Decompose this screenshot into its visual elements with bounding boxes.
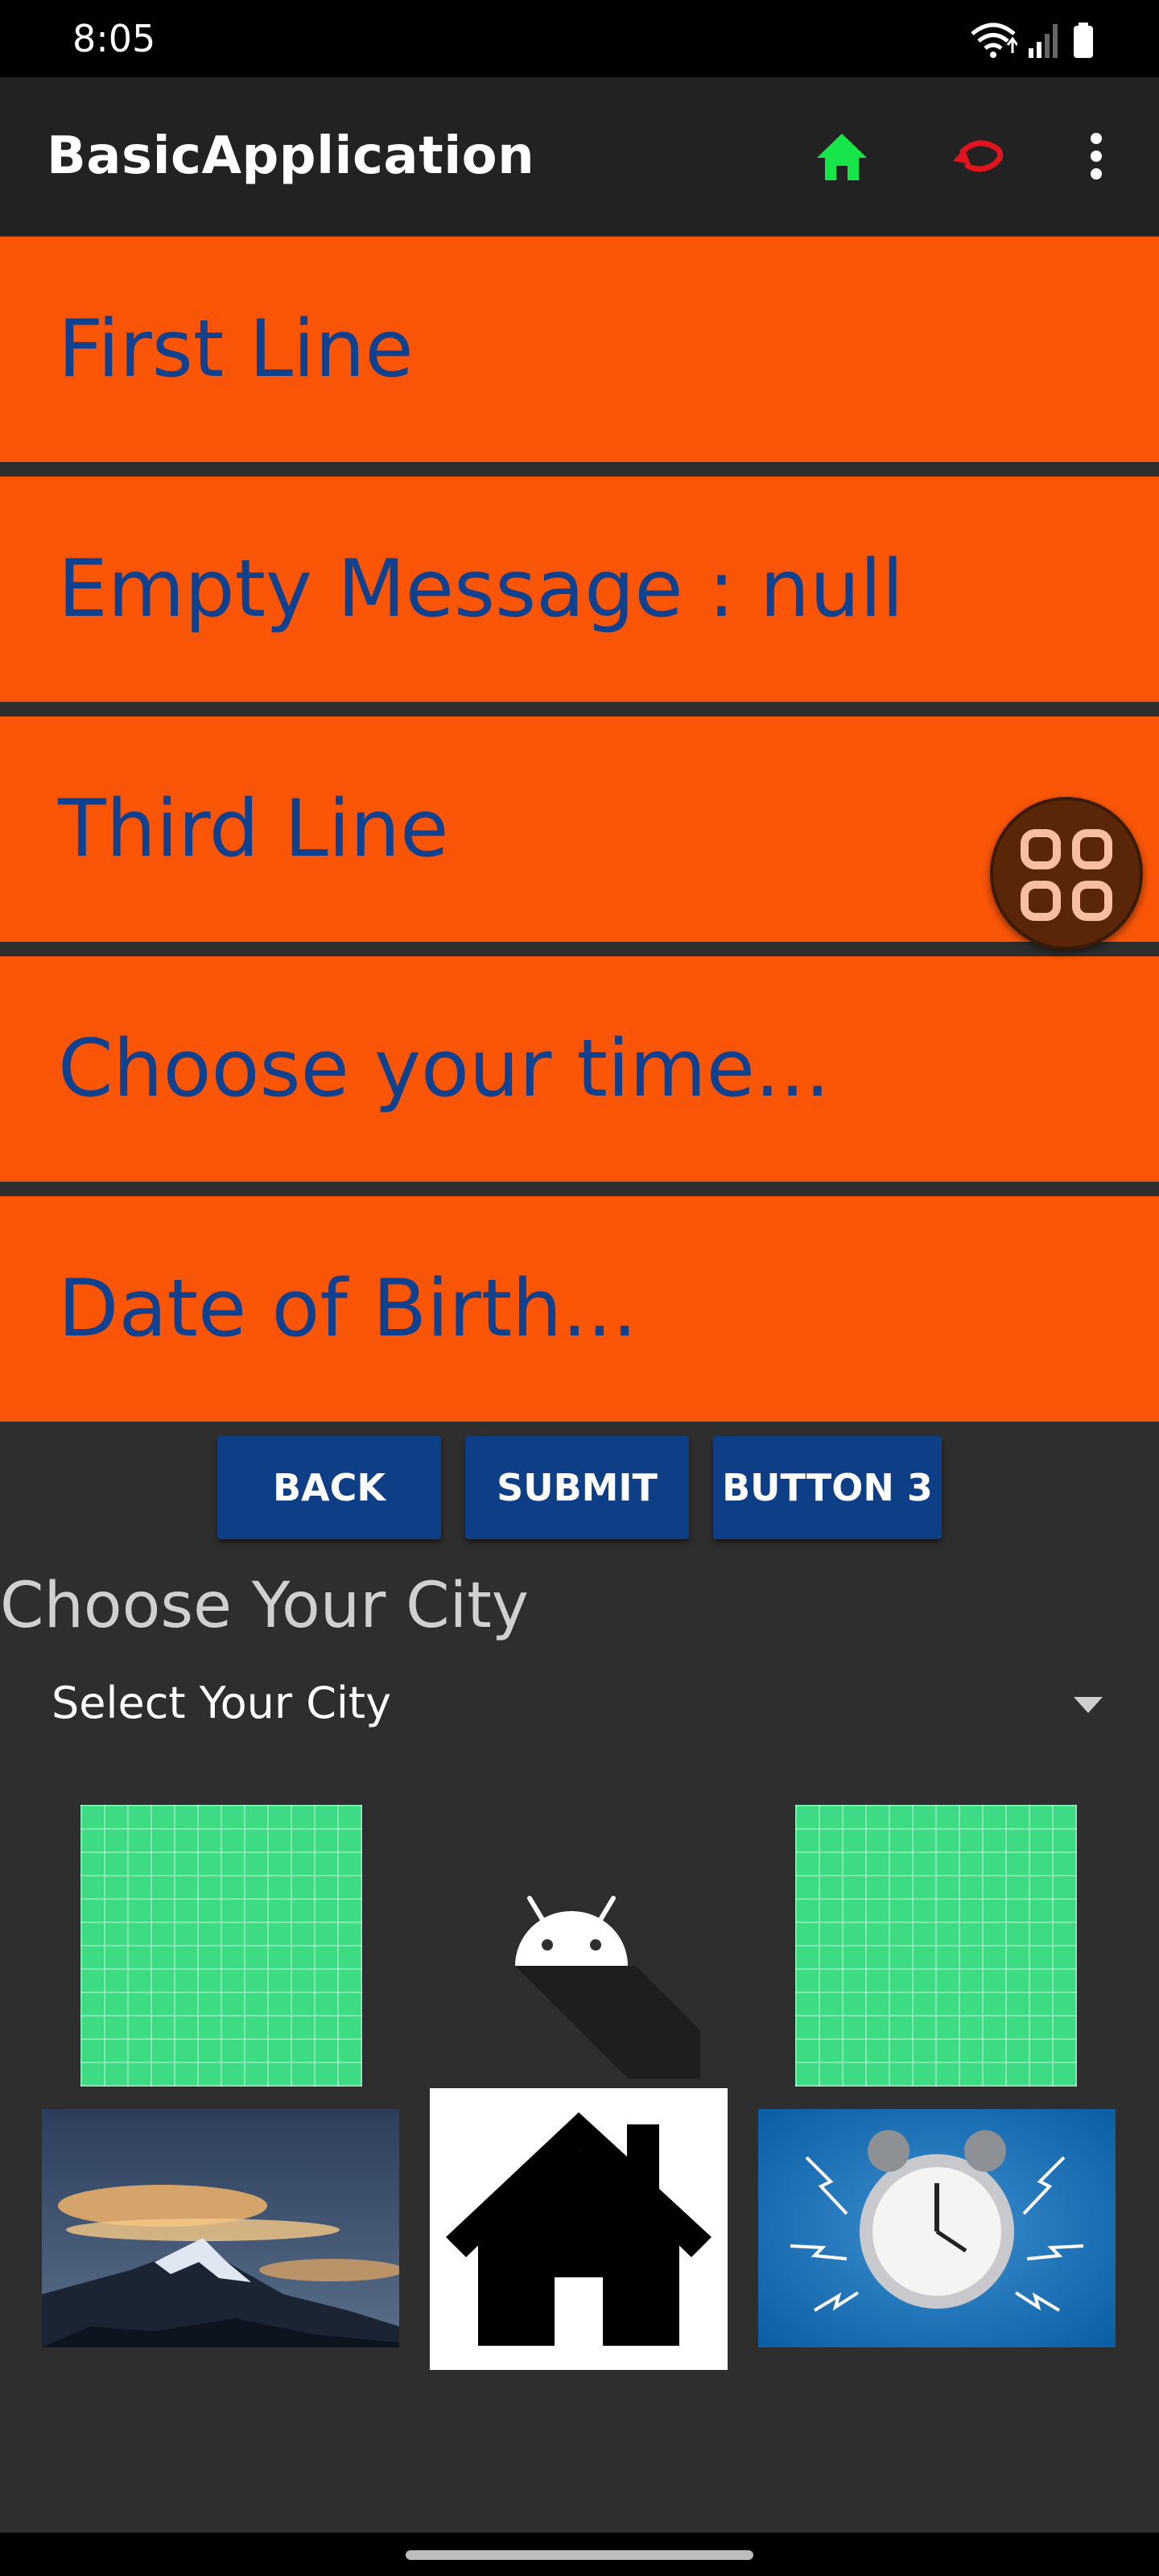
grid-square-icon [1021,881,1061,921]
home-icon [817,134,867,180]
home-button[interactable] [810,124,874,188]
app-bar: BasicApplication [0,77,1159,235]
undo-icon [953,140,1004,172]
battery-icon [1074,23,1093,58]
status-bar: 8:05 [0,0,1159,77]
alarm-clock-photo [758,2109,1116,2347]
more-vert-icon [1091,133,1102,180]
grid-square-icon [1072,881,1112,921]
city-spinner[interactable]: Select Your City [0,1666,1159,1747]
third-line-row[interactable]: Third Line [0,716,1159,942]
empty-message-row[interactable]: Empty Message : null [0,477,1159,702]
spinner-selected-value: Select Your City [52,1678,392,1728]
undo-button[interactable] [945,124,1009,188]
row-label: Choose your time... [58,1023,831,1115]
signal-icon [1029,24,1058,58]
gesture-handle[interactable] [406,2550,753,2560]
wifi-icon [971,23,1017,58]
status-icons [969,19,1095,61]
choose-city-label: Choose Your City [0,1570,529,1642]
date-of-birth-row[interactable]: Date of Birth... [0,1196,1159,1422]
status-time: 8:05 [72,17,156,60]
first-line-row[interactable]: First Line [0,237,1159,462]
row-label: First Line [58,303,414,395]
android-logo-icon [515,1896,700,2079]
house-icon [430,2088,728,2370]
app-title: BasicApplication [47,126,535,186]
overflow-menu-button[interactable] [1064,124,1128,188]
grid-square-icon [1021,829,1061,869]
row-label: Date of Birth... [58,1263,637,1355]
button-3[interactable]: BUTTON 3 [713,1436,942,1539]
submit-button[interactable]: SUBMIT [465,1436,689,1539]
choose-time-row[interactable]: Choose your time... [0,956,1159,1182]
back-button[interactable]: BACK [217,1436,441,1539]
row-label: Third Line [58,783,449,875]
row-label: Empty Message : null [58,543,904,635]
grid-image [795,1805,1077,2087]
grid-image [80,1805,362,2087]
mountain-photo [42,2109,399,2347]
dropdown-arrow-icon [1074,1697,1103,1713]
grid-square-icon [1072,829,1112,869]
floating-grid-button[interactable] [990,797,1143,950]
